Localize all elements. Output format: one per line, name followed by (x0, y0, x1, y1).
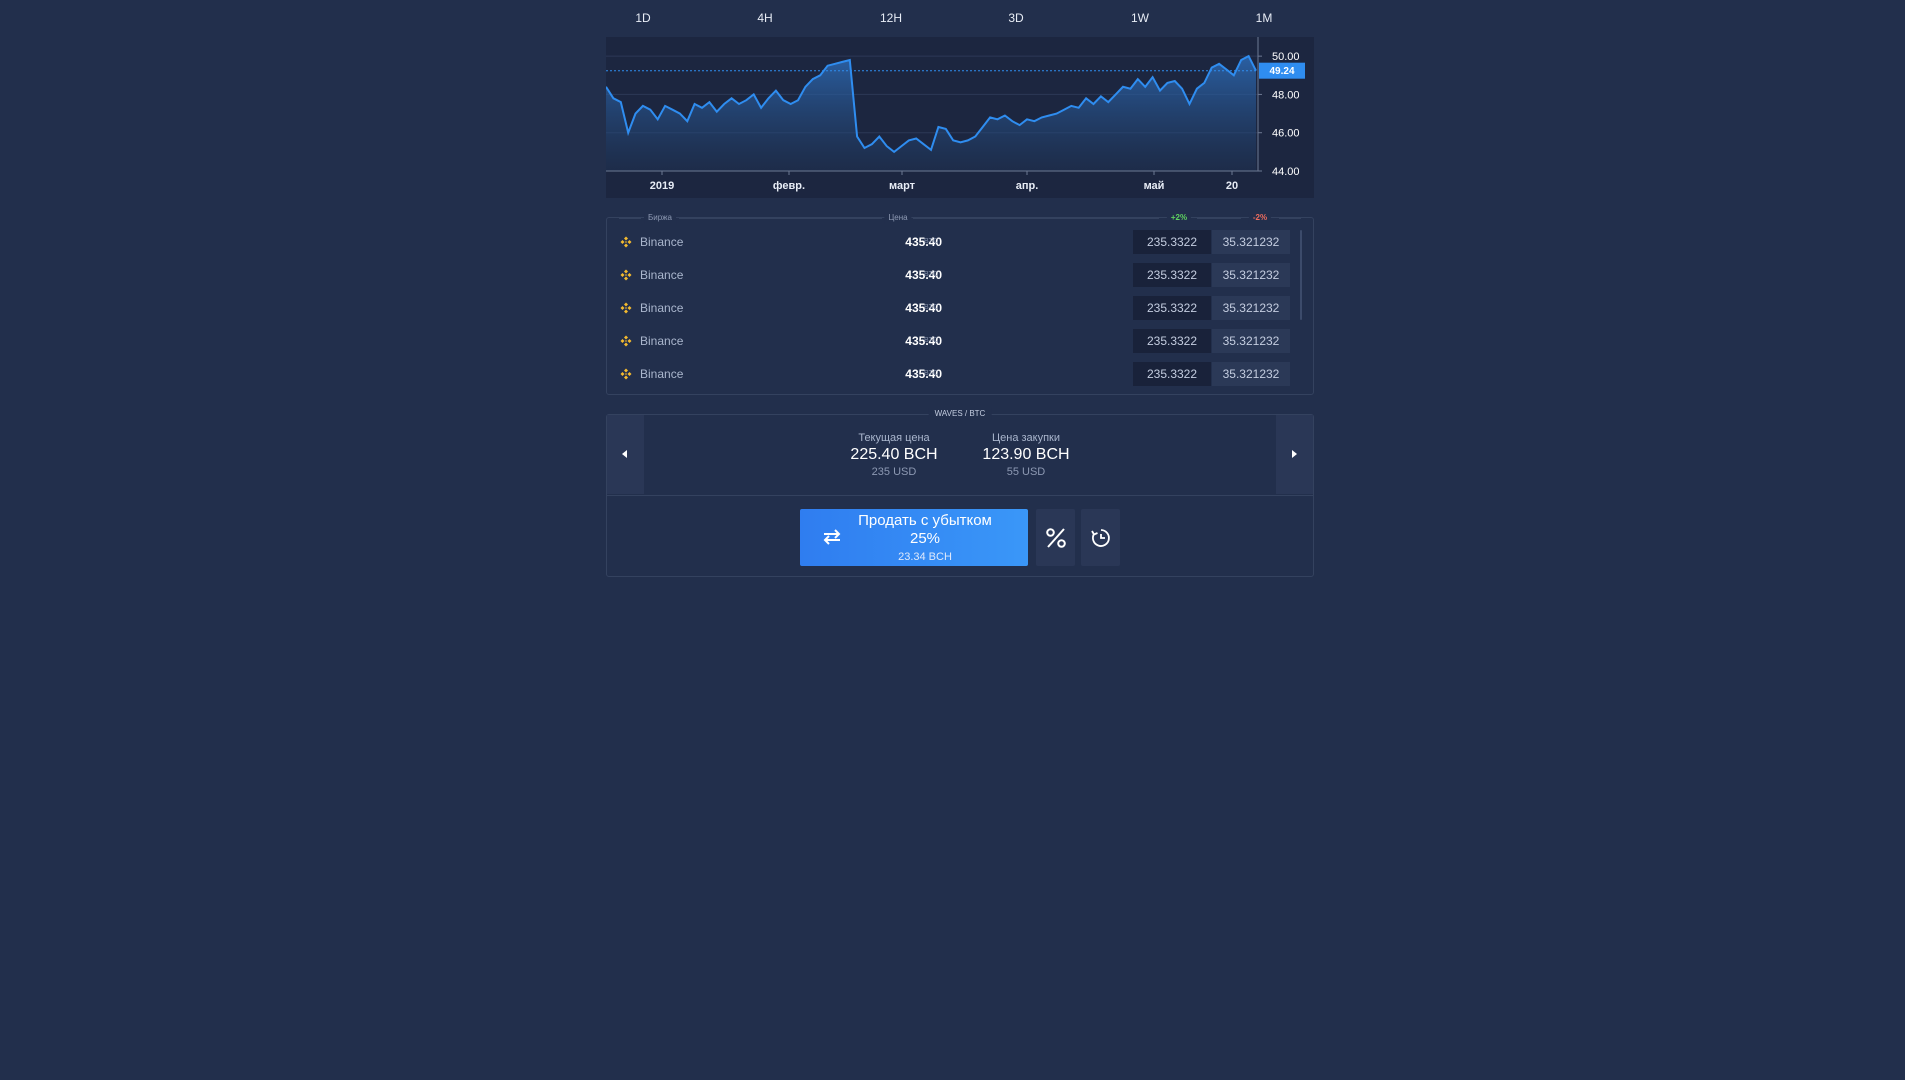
tab-1m[interactable]: 1M (1256, 11, 1273, 25)
table-header: Биржа Цена +2% -2% (607, 212, 1313, 224)
x-tick-label: май (1144, 180, 1165, 192)
minus-2-value[interactable]: 35.321232 (1212, 230, 1290, 254)
current-price-value: 225.40 BCH (850, 446, 938, 463)
plus-2-value[interactable]: 235.3322 (1133, 329, 1211, 353)
current-price-usd: 235 USD (871, 466, 917, 478)
divider (607, 495, 1313, 496)
table-row[interactable]: Binance 435.40 BTC 235.3322 35.321232 (607, 292, 1313, 325)
header-plus-2: +2% (1166, 212, 1192, 224)
current-price-label: 49.24 (1269, 66, 1294, 77)
y-tick-label: 50.00 (1272, 51, 1300, 63)
binance-icon (620, 302, 632, 314)
sell-at-loss-button[interactable]: Продать с убытком 25% 23.34 BCH (800, 509, 1028, 566)
y-tick-label: 46.00 (1272, 128, 1300, 140)
tab-1w[interactable]: 1W (1131, 11, 1149, 25)
y-tick-label: 48.00 (1272, 89, 1300, 101)
header-price: Цена (884, 212, 912, 224)
sell-button-percent: 25% (909, 530, 941, 547)
plus-2-value[interactable]: 235.3322 (1133, 296, 1211, 320)
table-scrollbar[interactable] (1300, 230, 1302, 320)
binance-icon (620, 368, 632, 380)
current-price-label: Текущая цена (858, 432, 930, 444)
clock-history-icon (1091, 529, 1110, 547)
table-row[interactable]: Binance 435.40 BTC 235.3322 35.321232 (607, 259, 1313, 292)
plus-2-value[interactable]: 235.3322 (1133, 263, 1211, 287)
exchange-name: Binance (640, 334, 684, 348)
table-row[interactable]: Binance 435.40 BTC 235.3322 35.321232 (607, 358, 1313, 391)
y-tick-label: 44.00 (1272, 166, 1300, 178)
exchange-currency: BTC (924, 337, 938, 344)
exchange-currency: BTC (924, 271, 938, 278)
plus-2-value[interactable]: 235.3322 (1133, 230, 1211, 254)
header-exchange: Биржа (644, 212, 676, 224)
exchange-currency: BTC (924, 238, 938, 245)
exchange-name: Binance (640, 235, 684, 249)
x-tick-label: март (889, 180, 916, 192)
minus-2-value[interactable]: 35.321232 (1212, 329, 1290, 353)
minus-2-value[interactable]: 35.321232 (1212, 362, 1290, 386)
prev-pair-button[interactable] (607, 415, 644, 494)
buy-price-label: Цена закупки (991, 432, 1061, 444)
chart-area (606, 56, 1256, 171)
table-row[interactable]: Binance 435.40 BTC 235.3322 35.321232 (607, 325, 1313, 358)
sell-button-amount: 23.34 BCH (898, 551, 952, 563)
buy-price-block: Цена закупки 123.90 BCH 55 USD (982, 431, 1069, 479)
binance-icon (620, 269, 632, 281)
timeframe-tabs: 1D 4H 12H 3D 1W 1M (606, 0, 1314, 36)
x-tick-label: апр. (1016, 180, 1039, 192)
history-button[interactable] (1081, 509, 1120, 566)
tab-1d[interactable]: 1D (635, 11, 650, 25)
tab-4h[interactable]: 4H (757, 11, 772, 25)
tab-12h[interactable]: 12H (880, 11, 902, 25)
header-minus-2: -2% (1248, 212, 1272, 224)
next-pair-button[interactable] (1276, 415, 1313, 494)
exchange-name: Binance (640, 268, 684, 282)
exchange-name: Binance (640, 301, 684, 315)
exchange-currency: BTC (924, 304, 938, 311)
x-axis-ticks: 2019 февр. март апр. май 20 (650, 171, 1238, 192)
x-tick-label: 20 (1226, 180, 1238, 192)
pair-title: WAVES / BTC (928, 408, 992, 420)
trade-widget: 1D 4H 12H 3D 1W 1M 50.00 48.00 46.00 44.00 … (606, 0, 1314, 577)
pair-panel: WAVES / BTC Текущая цена 225.40 BCH 235 … (606, 408, 1314, 577)
table-row[interactable]: Binance 435.40 BTC 235.3322 35.321232 (607, 226, 1313, 259)
caret-right-icon (1292, 450, 1297, 458)
caret-left-icon (622, 450, 627, 458)
binance-icon (620, 335, 632, 347)
exchange-currency: BTC (924, 370, 938, 377)
binance-icon (620, 236, 632, 248)
minus-2-value[interactable]: 35.321232 (1212, 296, 1290, 320)
exchange-name: Binance (640, 367, 684, 381)
percent-icon (1046, 528, 1066, 548)
current-price-block: Текущая цена 225.40 BCH 235 USD (850, 431, 937, 479)
buy-price-usd: 55 USD (1006, 466, 1046, 478)
plus-2-value[interactable]: 235.3322 (1133, 362, 1211, 386)
x-tick-label: 2019 (650, 180, 674, 192)
exchange-table: Биржа Цена +2% -2% Binance 435.40 BTC 235.3… (606, 212, 1314, 395)
tab-3d[interactable]: 3D (1008, 11, 1023, 25)
minus-2-value[interactable]: 35.321232 (1212, 263, 1290, 287)
percent-button[interactable] (1036, 509, 1075, 566)
sell-button-label: Продать с убытком (858, 512, 992, 529)
x-tick-label: февр. (773, 180, 805, 192)
price-chart[interactable]: 50.00 48.00 46.00 44.00 49.24 2019 февр. март… (606, 37, 1314, 198)
buy-price-value: 123.90 BCH (982, 446, 1070, 463)
